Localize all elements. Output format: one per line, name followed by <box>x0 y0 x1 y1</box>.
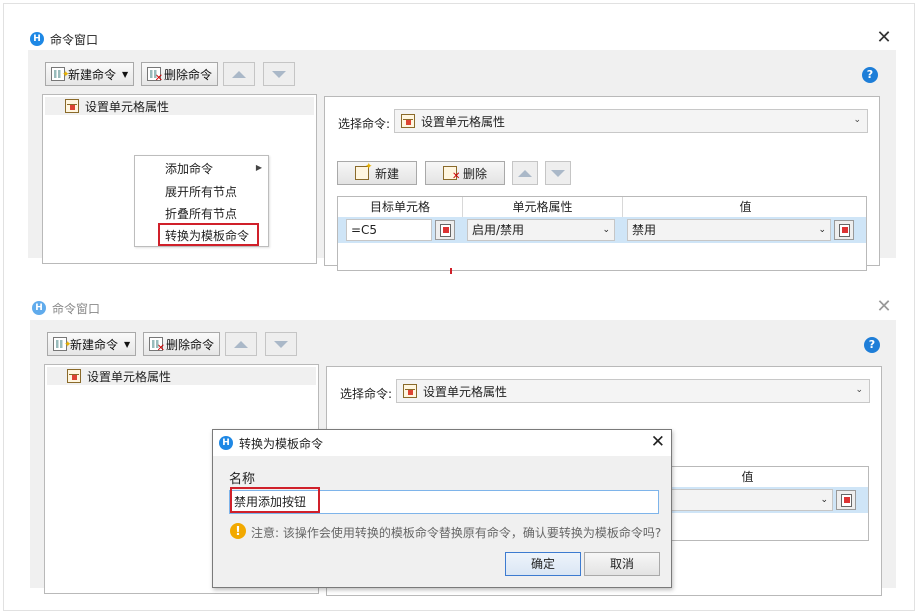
move-up-button[interactable] <box>225 332 257 356</box>
chevron-down-icon: ⌄ <box>602 225 610 235</box>
highlight-box <box>158 223 259 246</box>
dialog-title: 转换为模板命令 <box>239 437 324 451</box>
delete-command-label: 删除命令 <box>164 67 213 82</box>
menu-item-add-command[interactable]: 添加命令 <box>165 160 213 177</box>
close-icon[interactable]: ✕ <box>651 432 665 452</box>
close-icon[interactable]: ✕ <box>872 26 896 50</box>
title-bar: H 命令窗口 ✕ <box>28 4 896 48</box>
move-up-button[interactable] <box>223 62 255 86</box>
command-window-top: H 命令窗口 ✕ ✦ 新建命令 ▼ ✕ 删除命令 ? 设置单元格属性 添加命令 … <box>28 4 896 271</box>
warning-icon: ! <box>230 523 246 539</box>
delete-command-label: 删除命令 <box>166 337 215 352</box>
new-row-icon: ✦ <box>354 162 373 180</box>
app-logo-icon: H <box>32 301 46 315</box>
tree-node-label: 设置单元格属性 <box>87 369 172 384</box>
arrow-up-icon <box>234 340 248 348</box>
cell-property-icon <box>403 384 417 398</box>
delete-row-icon: ✕ <box>442 166 460 182</box>
tree-node[interactable]: 设置单元格属性 <box>47 367 316 385</box>
table-row[interactable]: =C5 启用/禁用 ⌄ 禁用 ⌄ <box>338 217 866 243</box>
menu-item-collapse-all[interactable]: 折叠所有节点 <box>165 205 237 222</box>
cell-property-icon <box>67 369 81 383</box>
close-icon[interactable]: ✕ <box>872 295 896 319</box>
value-select-value: 禁用 <box>632 223 657 237</box>
tree-node-label: 设置单元格属性 <box>85 99 170 114</box>
value-picker-icon[interactable] <box>836 490 856 510</box>
value-select[interactable]: 禁用 ⌄ <box>627 219 831 241</box>
menu-item-expand-all[interactable]: 展开所有节点 <box>165 183 237 200</box>
column-header-property[interactable]: 单元格属性 <box>463 197 623 217</box>
warning-text: 注意: 该操作会使用转换的模板命令替换原有命令，确认要转换为模板命令吗? <box>251 526 662 540</box>
help-icon[interactable]: ? <box>862 67 878 83</box>
arrow-down-icon <box>551 169 565 177</box>
app-logo-icon: H <box>219 436 233 450</box>
row-up-button[interactable] <box>512 161 538 185</box>
cell-property-icon <box>401 114 415 128</box>
arrow-down-icon <box>272 70 286 78</box>
chevron-down-icon: ⌄ <box>818 225 826 235</box>
dialog-title-bar: H 转换为模板命令 ✕ <box>213 430 671 456</box>
chevron-down-icon: ⌄ <box>820 495 828 505</box>
row-down-button[interactable] <box>545 161 571 185</box>
help-icon[interactable]: ? <box>864 337 880 353</box>
move-down-button[interactable] <box>265 332 297 356</box>
new-row-label: 新建 <box>374 166 399 181</box>
chevron-down-icon: ⌄ <box>855 385 863 395</box>
column-header-target[interactable]: 目标单元格 <box>338 197 463 217</box>
select-command-label: 选择命令: <box>338 117 391 131</box>
screenshot-frame: H 命令窗口 ✕ ✦ 新建命令 ▼ ✕ 删除命令 ? 设置单元格属性 添加命令 … <box>3 3 915 611</box>
delete-command-icon: ✕ <box>147 67 163 84</box>
title-bar: H 命令窗口 ✕ <box>30 274 896 318</box>
dialog-body: 名称 禁用添加按钮 ! 注意: 该操作会使用转换的模板命令替换原有命令，确认要转… <box>213 456 671 587</box>
command-select[interactable]: 设置单元格属性 ⌄ <box>396 379 870 403</box>
arrow-up-icon <box>232 70 246 78</box>
new-command-icon: ✦ <box>53 337 72 351</box>
new-command-button[interactable]: ✦ 新建命令 ▼ <box>45 62 135 86</box>
convert-template-dialog: H 转换为模板命令 ✕ 名称 禁用添加按钮 ! 注意: 该操作会使用转换的模板命… <box>212 429 672 588</box>
cell-picker-icon[interactable] <box>435 220 455 240</box>
target-cell-input[interactable]: =C5 <box>346 219 432 241</box>
new-command-label: 新建命令 <box>68 67 117 82</box>
command-select-value: 设置单元格属性 <box>421 114 506 129</box>
move-down-button[interactable] <box>263 62 295 86</box>
select-command-label: 选择命令: <box>340 387 393 401</box>
new-command-icon: ✦ <box>51 67 70 81</box>
caret-down-icon: ▼ <box>122 69 129 79</box>
caret-down-icon: ▼ <box>124 339 131 349</box>
submenu-arrow-icon: ▶ <box>255 163 262 172</box>
window-body: ✦ 新建命令 ▼ ✕ 删除命令 ? 设置单元格属性 添加命令 ▶ 展开所有节点 <box>28 50 896 271</box>
command-detail-panel: 选择命令: 设置单元格属性 ⌄ ✦ 新建 ✕ 删除 目标单元格 单元格属性 值 … <box>324 96 880 271</box>
command-select[interactable]: 设置单元格属性 ⌄ <box>394 109 868 133</box>
new-command-button[interactable]: ✦ 新建命令 ▼ <box>47 332 137 356</box>
property-select-value: 启用/禁用 <box>472 223 525 237</box>
command-select-value: 设置单元格属性 <box>423 384 508 399</box>
delete-command-button[interactable]: ✕ 删除命令 <box>143 332 221 356</box>
ok-button[interactable]: 确定 <box>505 552 581 576</box>
property-select[interactable]: 启用/禁用 ⌄ <box>467 219 615 241</box>
delete-row-label: 删除 <box>462 166 487 181</box>
window-title: 命令窗口 <box>50 33 99 47</box>
chevron-down-icon: ⌄ <box>853 115 861 125</box>
cancel-button[interactable]: 取消 <box>584 552 660 576</box>
tree-node[interactable]: 设置单元格属性 <box>45 97 314 115</box>
new-command-label: 新建命令 <box>70 337 119 352</box>
property-grid: 目标单元格 单元格属性 值 =C5 启用/禁用 ⌄ 禁用 ⌄ <box>337 196 867 271</box>
delete-row-button[interactable]: ✕ 删除 <box>425 161 505 185</box>
column-header-value[interactable]: 值 <box>623 197 866 217</box>
name-label: 名称 <box>229 472 256 487</box>
window-title: 命令窗口 <box>52 302 101 316</box>
delete-command-icon: ✕ <box>149 337 165 354</box>
arrow-up-icon <box>518 169 532 177</box>
app-logo-icon: H <box>30 32 44 46</box>
cell-property-icon <box>65 99 79 113</box>
highlight-box <box>230 487 320 513</box>
value-picker-icon[interactable] <box>834 220 854 240</box>
new-row-button[interactable]: ✦ 新建 <box>337 161 417 185</box>
arrow-down-icon <box>274 340 288 348</box>
delete-command-button[interactable]: ✕ 删除命令 <box>141 62 219 86</box>
